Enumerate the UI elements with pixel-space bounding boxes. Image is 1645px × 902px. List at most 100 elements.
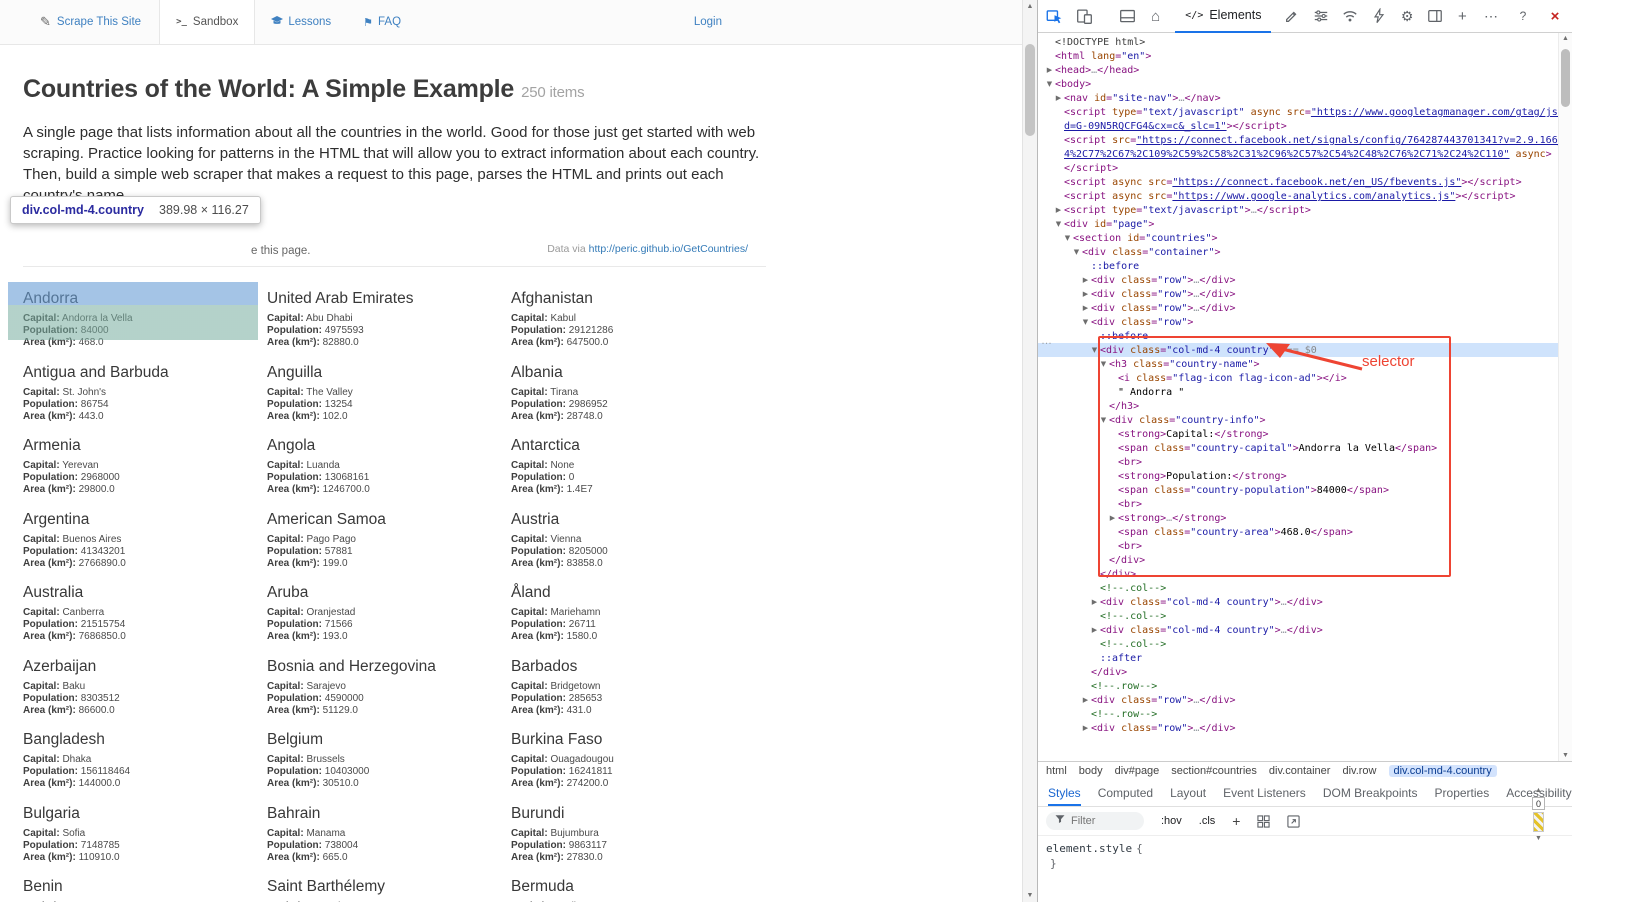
breadcrumb-item[interactable]: div.container	[1269, 765, 1331, 777]
dom-tree-line[interactable]: ▼<div class="col-md-4 country"> == $0	[1038, 343, 1572, 357]
dom-tree-line[interactable]: </div>	[1038, 665, 1572, 679]
dom-tree-line[interactable]: ▶<nav id="site-nav">…</nav>	[1038, 91, 1572, 105]
expand-arrow-icon[interactable]: ▶	[1080, 287, 1091, 301]
more-options-icon[interactable]: ⋯	[1482, 7, 1500, 25]
dom-tree-line[interactable]: <html lang="en">	[1038, 49, 1572, 63]
breadcrumb-item[interactable]: div.row	[1342, 765, 1376, 777]
styles-scrollbar[interactable]: ▲ 0 ▼	[1531, 786, 1546, 852]
dom-tree-line[interactable]: <!--.col-->	[1038, 609, 1572, 623]
dom-tree-line[interactable]: ▶<strong>…</strong>	[1038, 511, 1572, 525]
add-panel-icon[interactable]: +	[1456, 7, 1469, 25]
tab-elements[interactable]: </> Elements	[1175, 0, 1271, 33]
dom-tree-scrollbar[interactable]: ▲ ▼	[1558, 33, 1572, 761]
scroll-down-icon[interactable]: ▼	[1559, 752, 1572, 759]
tab-dom-breakpoints[interactable]: DOM Breakpoints	[1323, 780, 1418, 806]
nav-item-sandbox[interactable]: >_ Sandbox	[159, 0, 255, 44]
dom-tree-line[interactable]: <br>	[1038, 455, 1572, 469]
dom-tree-line[interactable]: ▼<h3 class="country-name">	[1038, 357, 1572, 371]
dom-tree-line[interactable]: ▶<script type="text/javascript">…</scrip…	[1038, 203, 1572, 217]
panel-layout-icon[interactable]	[1119, 7, 1136, 25]
tab-layout[interactable]: Layout	[1170, 780, 1206, 806]
expand-arrow-icon[interactable]: ▼	[1089, 343, 1100, 357]
dom-tree-line[interactable]: ▶<div class="col-md-4 country">…</div>	[1038, 595, 1572, 609]
expand-arrow-icon[interactable]: ▼	[1098, 413, 1109, 427]
tab-computed[interactable]: Computed	[1098, 780, 1153, 806]
expand-arrow-icon[interactable]: ▶	[1089, 623, 1100, 637]
brand-link[interactable]: ✎ Scrape This Site	[40, 0, 141, 44]
page-scrollbar[interactable]: ▲ ▼	[1022, 0, 1037, 902]
expand-arrow-icon[interactable]: ▼	[1053, 217, 1064, 231]
expand-arrow-icon[interactable]: ▼	[1062, 231, 1073, 245]
dom-tree-line[interactable]: 4%2C77%2C67%2C109%2C59%2C58%2C31%2C96%2C…	[1038, 147, 1572, 161]
close-devtools-icon[interactable]: ×	[1546, 7, 1564, 25]
expand-arrow-icon[interactable]: ▶	[1080, 301, 1091, 315]
pseudo-state-toggle[interactable]: :hov	[1161, 815, 1182, 827]
dom-tree-line[interactable]: ▶<div class="row">…</div>	[1038, 273, 1572, 287]
dom-tree-line[interactable]: <!DOCTYPE html>	[1038, 35, 1572, 49]
dom-tree-line[interactable]: <strong>Capital:</strong>	[1038, 427, 1572, 441]
dom-tree-line[interactable]: <!--.col-->	[1038, 581, 1572, 595]
wifi-icon[interactable]	[1342, 7, 1358, 25]
scrollbar-thumb[interactable]	[1025, 44, 1035, 136]
expand-arrow-icon[interactable]: ▶	[1107, 511, 1118, 525]
dom-tree-line[interactable]: </div>	[1038, 567, 1572, 581]
dom-tree-line[interactable]: d=G-09N5RQCFG4&cx=c&_slc=1"></script>	[1038, 119, 1572, 133]
dom-tree-line[interactable]: <script async src="https://www.google-an…	[1038, 189, 1572, 203]
dom-tree-line[interactable]: <!--.row-->	[1038, 707, 1572, 721]
expand-arrow-icon[interactable]: ▶	[1080, 273, 1091, 287]
dom-tree-line[interactable]: <span class="country-area">468.0</span>	[1038, 525, 1572, 539]
dom-tree-line[interactable]: ▶<div class="row">…</div>	[1038, 301, 1572, 315]
scroll-up-icon[interactable]: ▲	[1559, 35, 1572, 42]
dom-tree-line[interactable]: ▶<div class="col-md-4 country">…</div>	[1038, 623, 1572, 637]
layout-panels-icon[interactable]	[1427, 7, 1443, 25]
dom-tree-line[interactable]: <span class="country-capital">Andorra la…	[1038, 441, 1572, 455]
expand-arrow-icon[interactable]: ▶	[1053, 203, 1064, 217]
breadcrumb-item[interactable]: div#page	[1115, 765, 1160, 777]
dom-tree-line[interactable]: ▶<div class="row">…</div>	[1038, 721, 1572, 735]
dom-tree-line[interactable]: ▼<section id="countries">	[1038, 231, 1572, 245]
expand-arrow-icon[interactable]: ▼	[1071, 245, 1082, 259]
new-style-rule-button[interactable]: +	[1232, 813, 1240, 829]
dom-tree-line[interactable]: ▼<body>	[1038, 77, 1572, 91]
expand-arrow-icon[interactable]: ▶	[1089, 595, 1100, 609]
dom-tree-line[interactable]: </div>	[1038, 553, 1572, 567]
breadcrumb-item[interactable]: div.col-md-4.country	[1389, 765, 1497, 777]
breadcrumb-item[interactable]: section#countries	[1171, 765, 1257, 777]
expand-arrow-icon[interactable]: ▼	[1098, 357, 1109, 371]
scroll-down-icon[interactable]: ▼	[1535, 834, 1542, 843]
tab-styles[interactable]: Styles	[1048, 780, 1081, 806]
element-style-selector[interactable]: element.style	[1046, 842, 1132, 855]
class-toggle[interactable]: .cls	[1199, 815, 1216, 827]
dom-tree-line[interactable]: " Andorra "	[1038, 385, 1572, 399]
tab-event-listeners[interactable]: Event Listeners	[1223, 780, 1306, 806]
dom-tree-line[interactable]: <script async src="https://connect.faceb…	[1038, 175, 1572, 189]
dom-tree-line[interactable]: <script src="https://connect.facebook.ne…	[1038, 133, 1572, 147]
dom-tree-line[interactable]: ▼<div id="page">	[1038, 217, 1572, 231]
data-source-link[interactable]: http://peric.github.io/GetCountries/	[589, 243, 748, 255]
expand-arrow-icon[interactable]: ▶	[1044, 63, 1055, 77]
dom-tree-line[interactable]: <br>	[1038, 497, 1572, 511]
issues-icon[interactable]	[1284, 7, 1300, 25]
dom-tree-line[interactable]: ▼<div class="country-info">	[1038, 413, 1572, 427]
login-link[interactable]: Login	[694, 16, 722, 28]
dom-tree-line[interactable]: <!--.col-->	[1038, 637, 1572, 651]
computed-grid-icon[interactable]	[1257, 815, 1270, 828]
nav-item-faq[interactable]: ⚑ FAQ	[347, 0, 417, 44]
dom-tree-line[interactable]: <strong>Population:</strong>	[1038, 469, 1572, 483]
dom-tree-line[interactable]: <!--.row-->	[1038, 679, 1572, 693]
help-icon[interactable]: ?	[1514, 7, 1532, 25]
scroll-down-icon[interactable]: ▼	[1023, 892, 1037, 899]
performance-icon[interactable]	[1371, 7, 1387, 25]
dom-tree-line[interactable]: ▼<div class="container">	[1038, 245, 1572, 259]
dom-tree-line[interactable]: ▶<head>…</head>	[1038, 63, 1572, 77]
scrollbar-thumb[interactable]	[1533, 812, 1544, 832]
expand-arrow-icon[interactable]: ▼	[1080, 315, 1091, 329]
dom-tree-line[interactable]: ::before	[1038, 259, 1572, 273]
network-conditions-icon[interactable]	[1313, 7, 1329, 25]
dom-tree-line[interactable]: <br>	[1038, 539, 1572, 553]
scrollbar-thumb[interactable]	[1561, 49, 1570, 107]
scroll-up-icon[interactable]: ▲	[1535, 786, 1542, 795]
tab-properties[interactable]: Properties	[1435, 780, 1490, 806]
dom-tree-line[interactable]: </script>	[1038, 161, 1572, 175]
breadcrumb-item[interactable]: body	[1079, 765, 1103, 777]
